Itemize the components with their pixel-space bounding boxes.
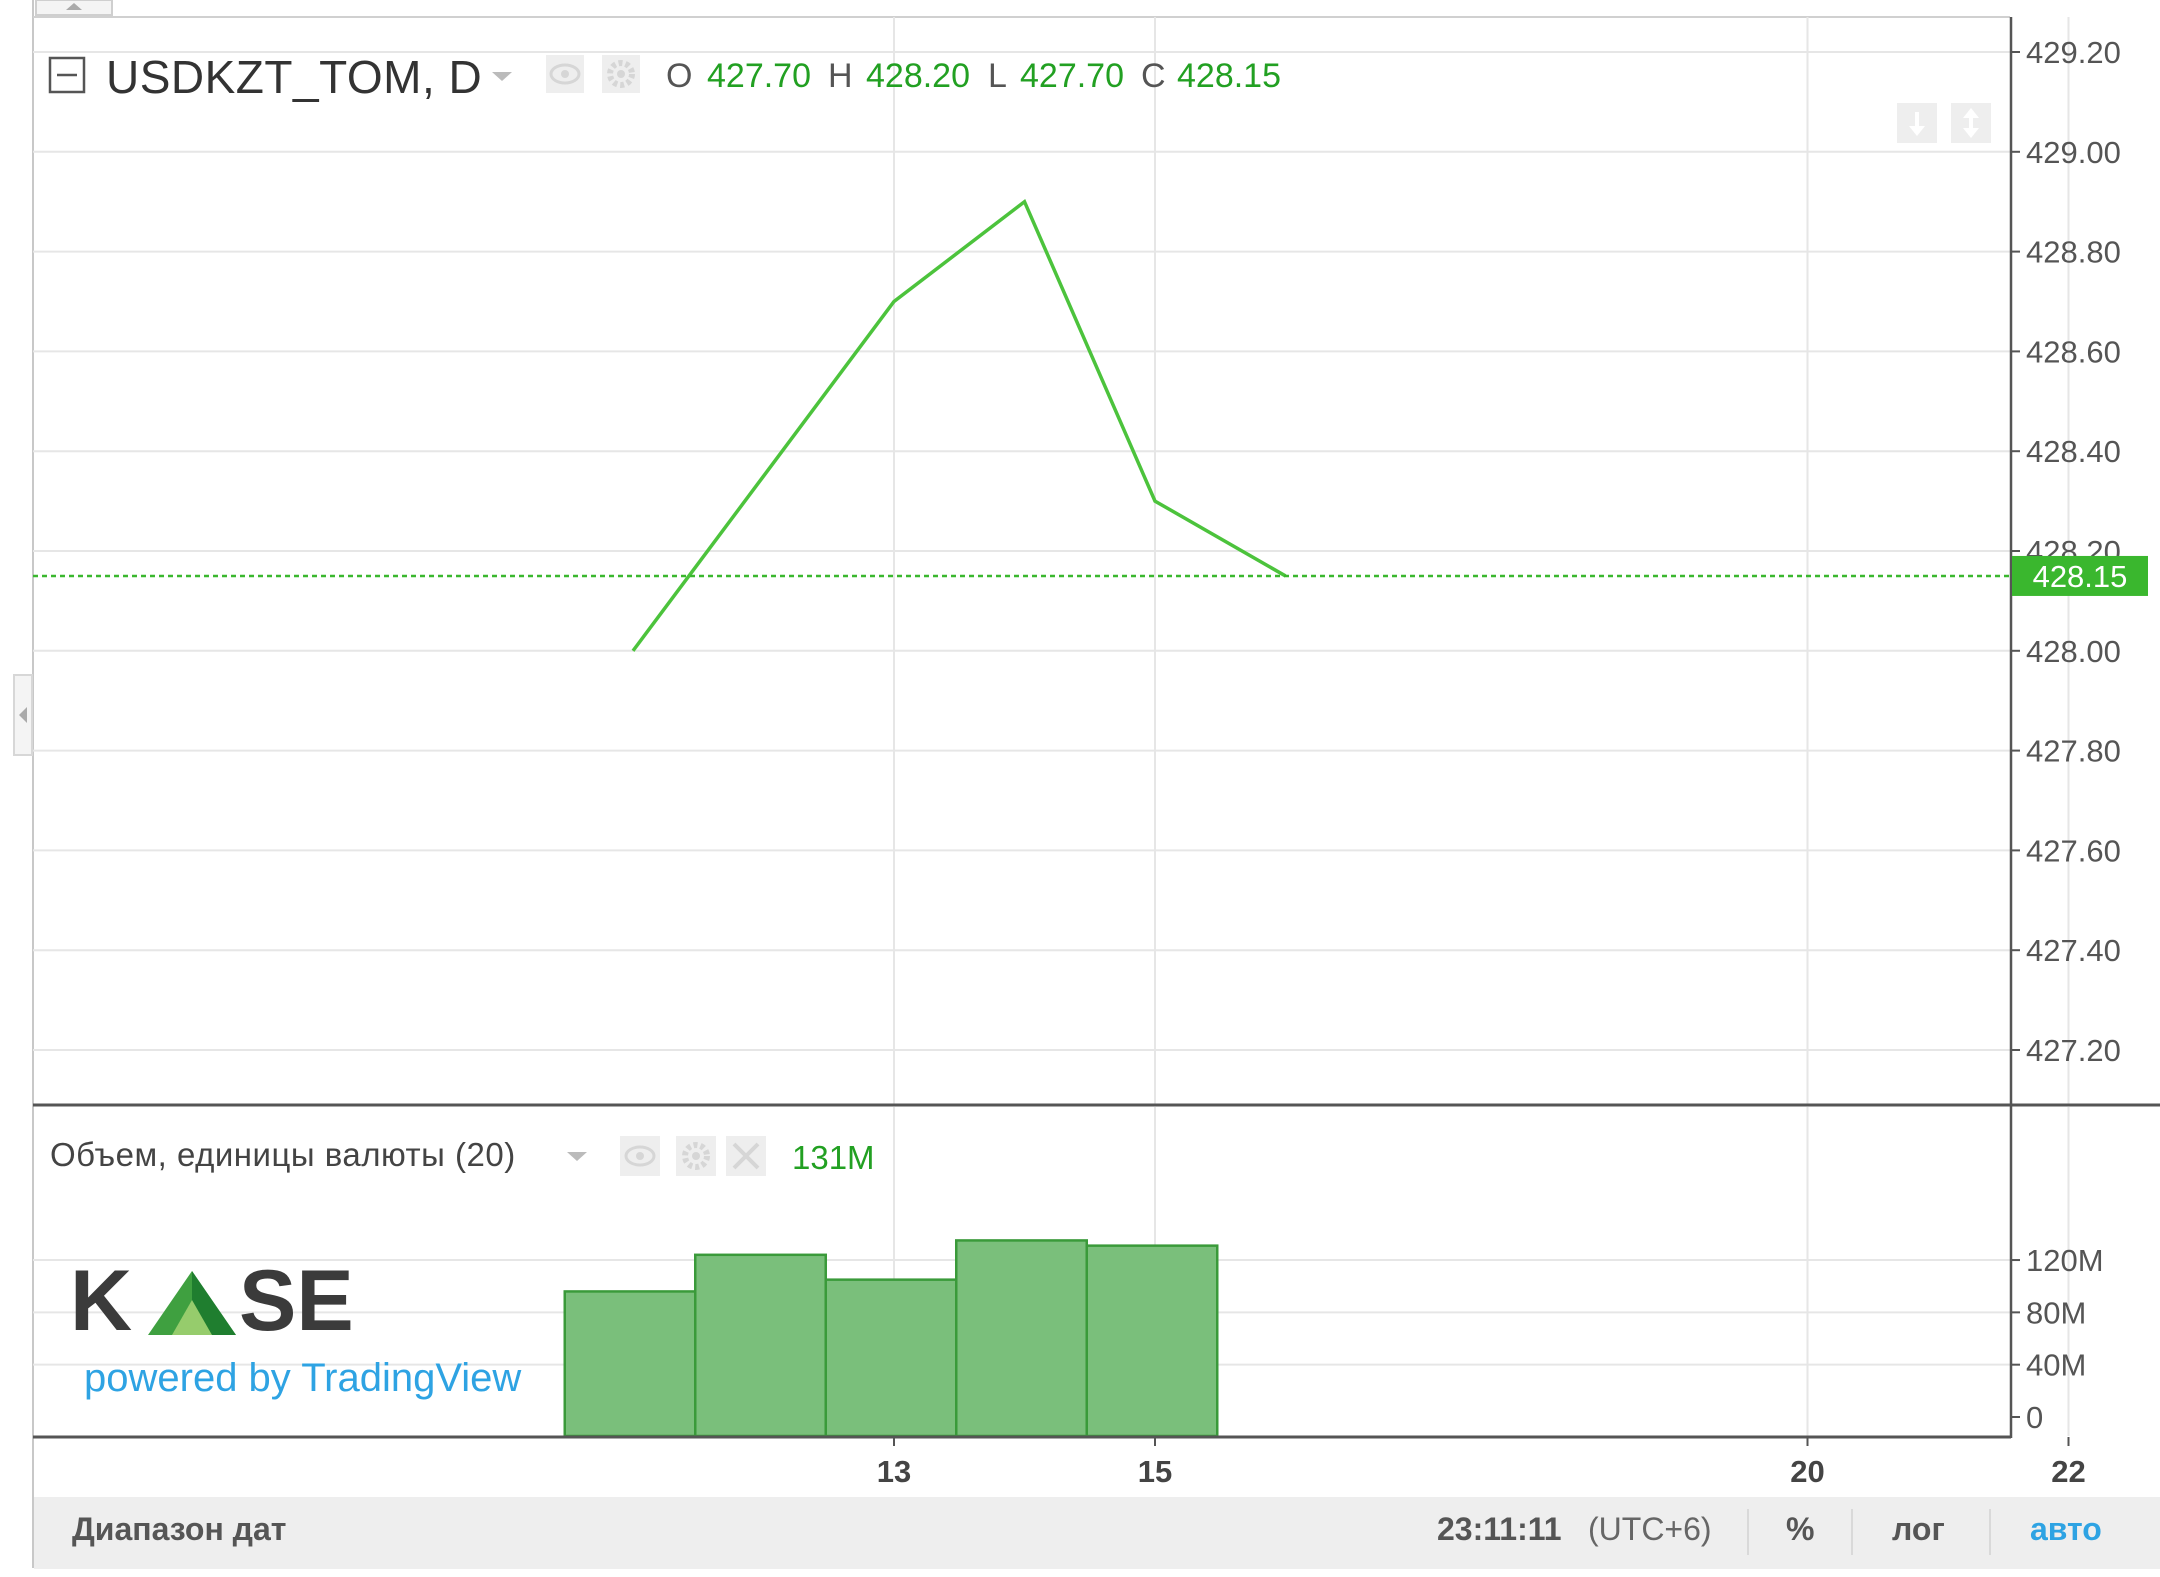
volume-last-value: 131M: [792, 1139, 875, 1176]
volume-bar[interactable]: [1085, 1244, 1219, 1438]
volume-tick-label: 80M: [2026, 1295, 2086, 1330]
chart-canvas[interactable]: K SE powered by TradingView 427.20 427.40…: [0, 0, 2160, 1577]
volume-gear-icon[interactable]: [676, 1136, 716, 1176]
ohlc-close-key: C: [1141, 57, 1166, 95]
time-tick-label: 15: [1138, 1454, 1172, 1489]
last-price-badge: 428.15: [2012, 555, 2148, 596]
svg-text:K: K: [70, 1253, 132, 1349]
footer-toolbar: Диапазон дат 23:11:11 (UTC+6) % лог авто: [34, 1497, 2160, 1569]
price-tick-label: 428.40: [2026, 434, 2121, 469]
price-tick-label: 428.80: [2026, 235, 2121, 270]
volume-title[interactable]: Объем, единицы валюты (20): [50, 1136, 516, 1173]
price-tick-label: 428.60: [2026, 334, 2121, 369]
volume-bar[interactable]: [824, 1278, 958, 1438]
volume-tick-label: 120M: [2026, 1243, 2104, 1278]
eye-icon[interactable]: [546, 55, 584, 93]
volume-tick-label: 0: [2026, 1400, 2043, 1435]
price-tick-label: 427.40: [2026, 933, 2121, 968]
volume-legend: Объем, единицы валюты (20) 131M: [50, 1136, 875, 1176]
gear-icon[interactable]: [602, 55, 640, 93]
volume-close-icon[interactable]: [726, 1136, 766, 1176]
svg-text:SE: SE: [239, 1253, 354, 1349]
price-tick-label: 429.00: [2026, 135, 2121, 170]
arrow-down-icon[interactable]: [1897, 103, 1937, 143]
time-tick-label: 22: [2051, 1454, 2085, 1489]
clock-time: 23:11:11: [1437, 1511, 1562, 1547]
collapse-icon[interactable]: [48, 56, 86, 94]
powered-by-tradingview-link[interactable]: powered by TradingView: [84, 1356, 521, 1400]
price-tick-label: 428.00: [2026, 634, 2121, 669]
volume-bar[interactable]: [955, 1239, 1088, 1438]
volume-tick-label: 40M: [2026, 1348, 2086, 1383]
ohlc-open-value: 427.70: [707, 57, 811, 95]
log-scale-button[interactable]: лог: [1892, 1511, 1945, 1547]
auto-scale-button[interactable]: авто: [2030, 1511, 2102, 1547]
time-tick-label: 13: [877, 1454, 911, 1489]
volume-bar[interactable]: [694, 1253, 827, 1438]
ohlc-low-key: L: [988, 57, 1007, 95]
ohlc-low-value: 427.70: [1020, 57, 1124, 95]
ohlc-high-value: 428.20: [866, 57, 970, 95]
price-tick-label: 427.60: [2026, 833, 2121, 868]
price-tick-label: 429.20: [2026, 35, 2121, 70]
ohlc-close-value: 428.15: [1177, 57, 1281, 95]
date-range-button[interactable]: Диапазон дат: [72, 1511, 286, 1547]
percent-scale-button[interactable]: %: [1786, 1511, 1814, 1547]
volume-bar[interactable]: [563, 1290, 697, 1438]
svg-text:428.15: 428.15: [2033, 559, 2128, 594]
clock-timezone[interactable]: (UTC+6): [1588, 1511, 1712, 1547]
price-tick-label: 427.80: [2026, 734, 2121, 769]
time-tick-label: 20: [1790, 1454, 1824, 1489]
arrows-updown-icon[interactable]: [1951, 103, 1991, 143]
symbol-title[interactable]: USDKZT_TOM, D: [106, 51, 482, 103]
price-tick-label: 427.20: [2026, 1033, 2121, 1068]
footer-background: [34, 1497, 2160, 1569]
ohlc-open-key: O: [666, 57, 692, 95]
volume-eye-icon[interactable]: [620, 1136, 660, 1176]
ohlc-high-key: H: [828, 57, 853, 95]
